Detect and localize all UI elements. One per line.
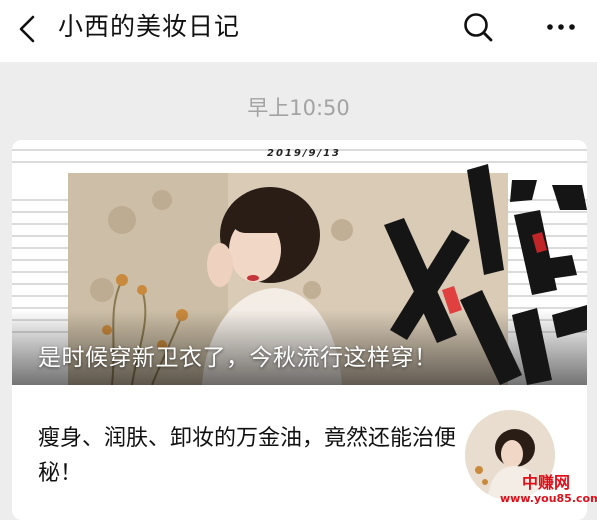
main-article[interactable]: 2019/9/13 是时候穿新卫衣了，今秋流行这样穿！: [12, 140, 587, 385]
back-icon: [19, 15, 35, 43]
secondary-article-title: 瘦身、润肤、卸妆的万金油，竟然还能治便秘！: [38, 426, 457, 486]
more-button[interactable]: [543, 16, 579, 38]
article-card: 2019/9/13 是时候穿新卫衣了，今秋流行这样穿！ 瘦身、润肤、卸妆的万金油…: [12, 140, 587, 520]
search-icon: [464, 13, 493, 42]
search-button[interactable]: [461, 10, 495, 44]
nav-bar: 小西的美妆日记: [0, 0, 597, 62]
more-icon: [547, 24, 575, 30]
cover-date: 2019/9/13: [267, 148, 342, 159]
watermark: 中赚网 www.you85.com: [500, 473, 597, 506]
page-title: 小西的美妆日记: [58, 12, 241, 41]
back-button[interactable]: [14, 14, 44, 44]
main-article-title: 是时候穿新卫衣了，今秋流行这样穿！: [38, 345, 438, 371]
message-timestamp: 早上10:50: [247, 96, 350, 120]
